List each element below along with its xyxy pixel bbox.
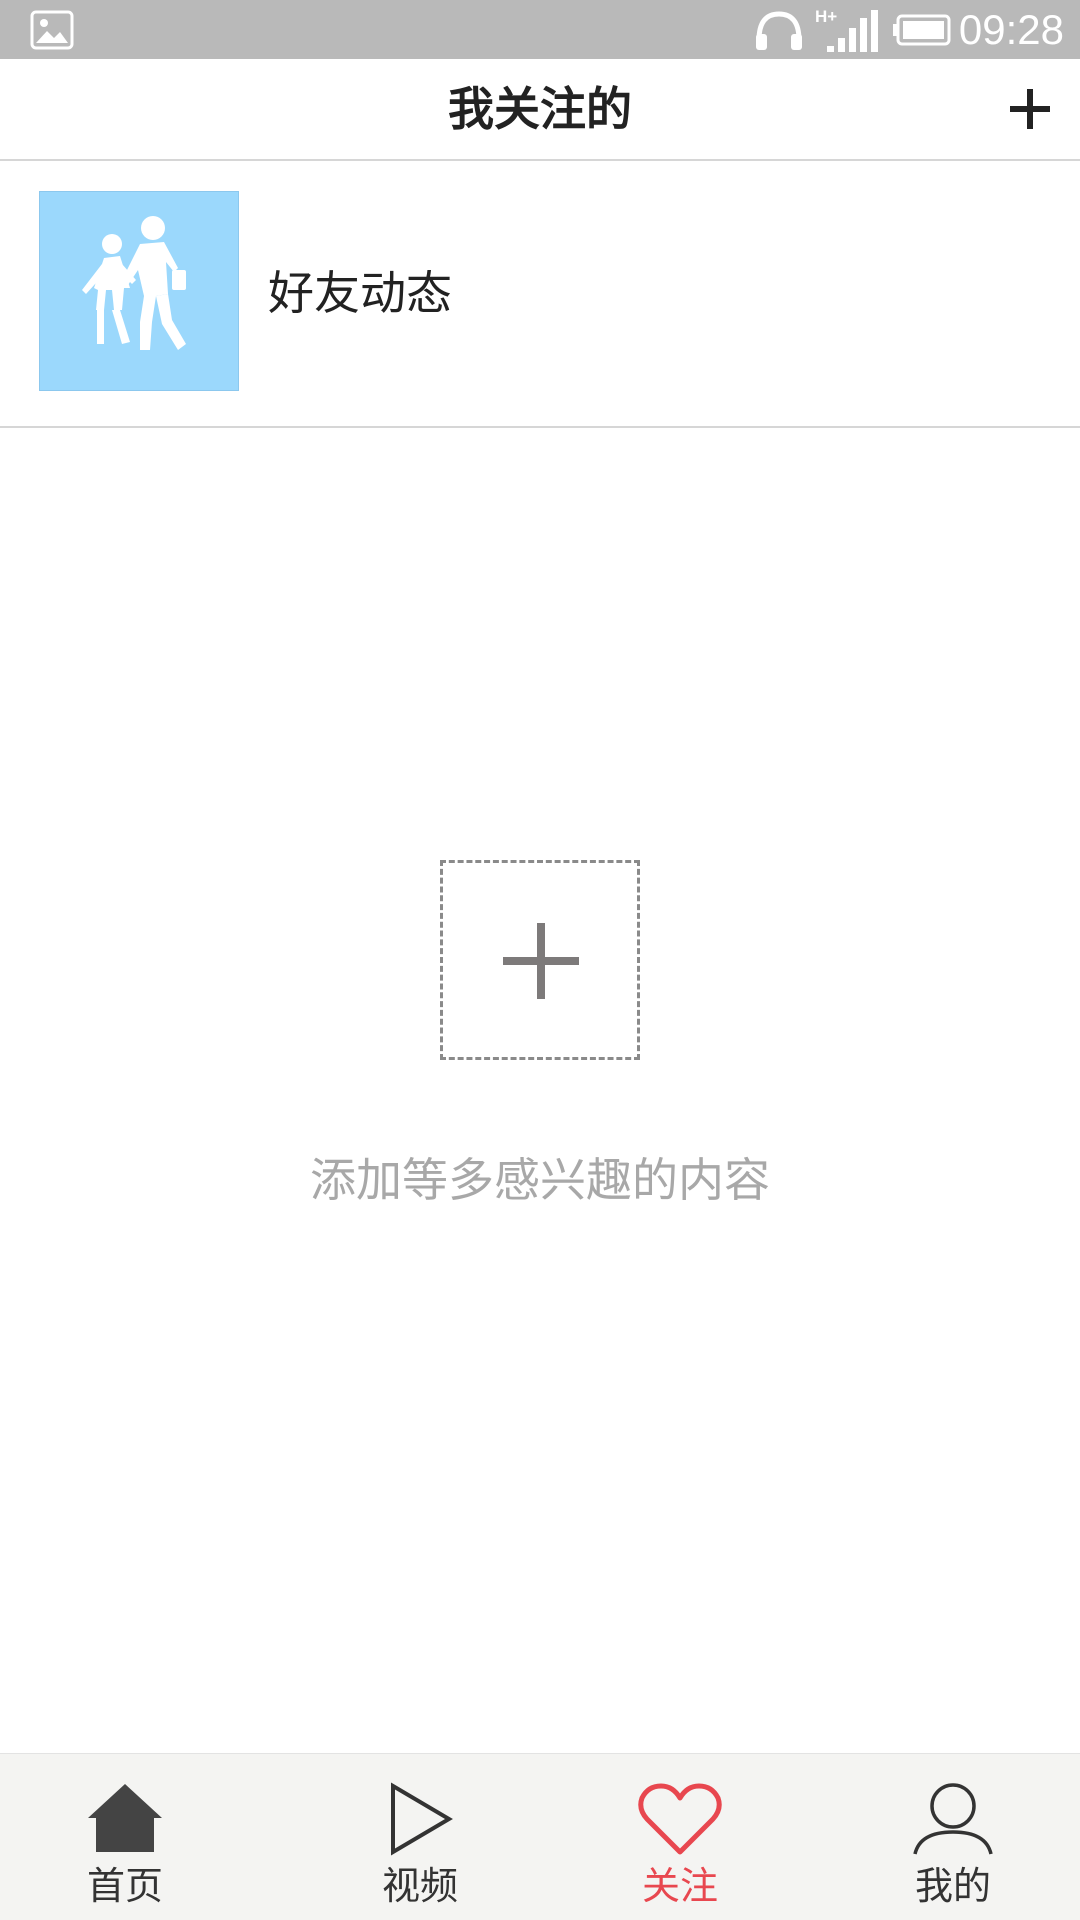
nav-item-follow[interactable]: 关注	[580, 1754, 780, 1920]
app-header: 我关注的	[0, 59, 1080, 161]
battery-icon	[892, 14, 951, 45]
user-icon	[913, 1783, 993, 1855]
network-type-label: H+	[815, 7, 837, 26]
add-follow-button[interactable]	[1004, 83, 1056, 135]
list-item-friend-feed[interactable]: 好友动态	[0, 161, 1080, 428]
feed-thumbnail	[39, 191, 239, 391]
page-title: 我关注的	[448, 82, 632, 136]
nav-label-follow: 关注	[641, 1864, 718, 1908]
plus-icon	[1010, 89, 1050, 129]
status-clock: 09:28	[958, 6, 1064, 53]
home-icon	[88, 1784, 162, 1852]
pedestrians-icon	[82, 216, 186, 350]
nav-item-home[interactable]: 首页	[25, 1754, 225, 1920]
nav-item-me[interactable]: 我的	[853, 1754, 1053, 1920]
screen: H+ 09:28 我关注的 好友动态 添加等多感兴趣的内容 首页 视频 关注 我…	[0, 0, 1080, 1920]
nav-label-me: 我的	[914, 1864, 991, 1908]
nav-item-video[interactable]: 视频	[320, 1754, 520, 1920]
play-icon	[391, 1782, 453, 1856]
empty-state-hint: 添加等多感兴趣的内容	[310, 1153, 770, 1207]
heart-icon	[638, 1783, 722, 1855]
status-icons: H+ 09:28	[753, 0, 1064, 59]
signal-icon: H+	[815, 7, 878, 52]
gallery-icon	[30, 10, 74, 50]
nav-label-home: 首页	[86, 1864, 163, 1908]
nav-label-video: 视频	[381, 1864, 458, 1908]
plus-icon	[503, 923, 579, 999]
add-interest-button[interactable]	[440, 860, 640, 1060]
feed-label: 好友动态	[268, 266, 452, 320]
status-bar: H+ 09:28	[0, 0, 1080, 59]
bottom-nav: 首页 视频 关注 我的	[0, 1753, 1080, 1920]
headphones-icon	[755, 10, 802, 50]
